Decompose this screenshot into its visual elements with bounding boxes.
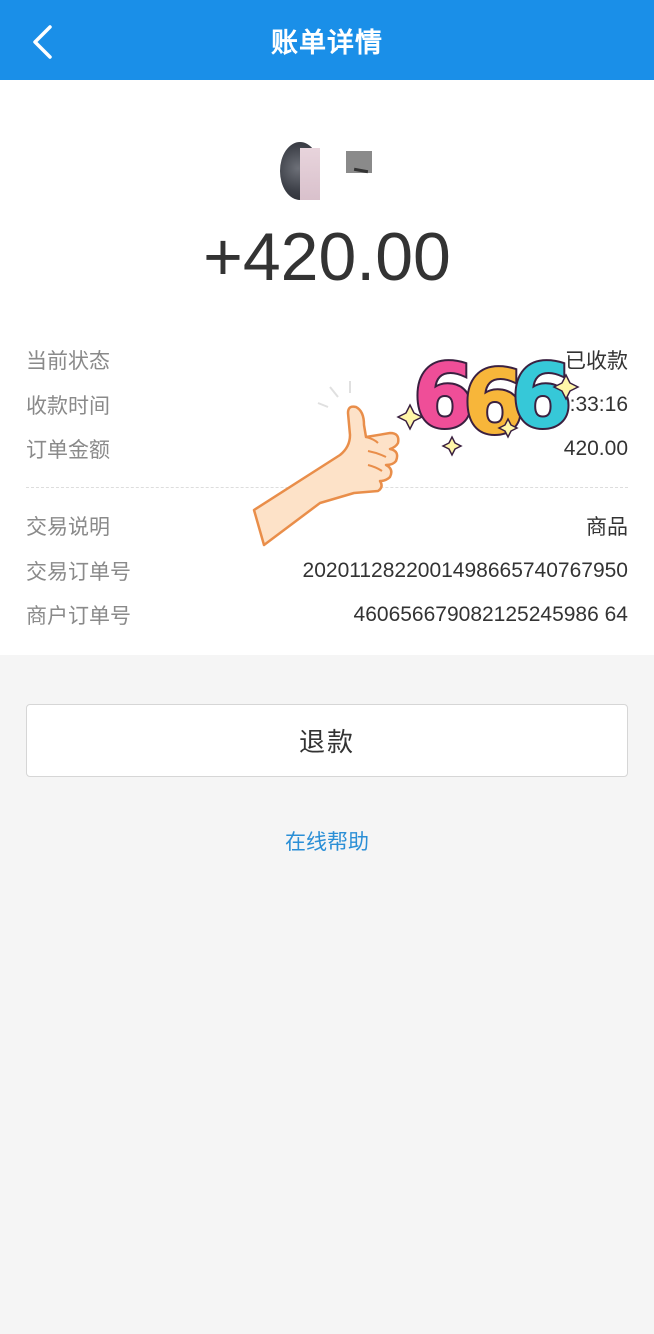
online-help-link[interactable]: 在线帮助	[0, 826, 654, 856]
detail-label: 当前状态	[26, 349, 110, 373]
nav-bar: 账单详情	[0, 0, 654, 80]
detail-label: 交易订单号	[26, 560, 131, 584]
payer-name-redacted	[346, 151, 372, 175]
detail-row-merchant-no: 商户订单号 460656679082125245986 64	[26, 598, 628, 632]
svg-text:6: 6	[511, 345, 572, 448]
avatar	[278, 142, 320, 200]
sticker-text-666: 6 6 6	[396, 343, 580, 457]
amount: +420.00	[203, 219, 451, 295]
detail-value: 460656679082125245986 64	[353, 603, 628, 626]
detail-label: 交易说明	[26, 515, 110, 539]
refund-button[interactable]: 退款	[26, 704, 628, 777]
thumbs-up-icon	[252, 381, 400, 547]
sticker-666: 6 6 6	[252, 343, 580, 547]
page-title: 账单详情	[271, 28, 383, 59]
avatar-mosaic	[300, 148, 320, 200]
detail-value: 商品	[586, 516, 628, 539]
detail-label: 订单金额	[26, 438, 110, 462]
detail-label: 收款时间	[26, 394, 110, 418]
detail-label: 商户订单号	[26, 604, 131, 628]
